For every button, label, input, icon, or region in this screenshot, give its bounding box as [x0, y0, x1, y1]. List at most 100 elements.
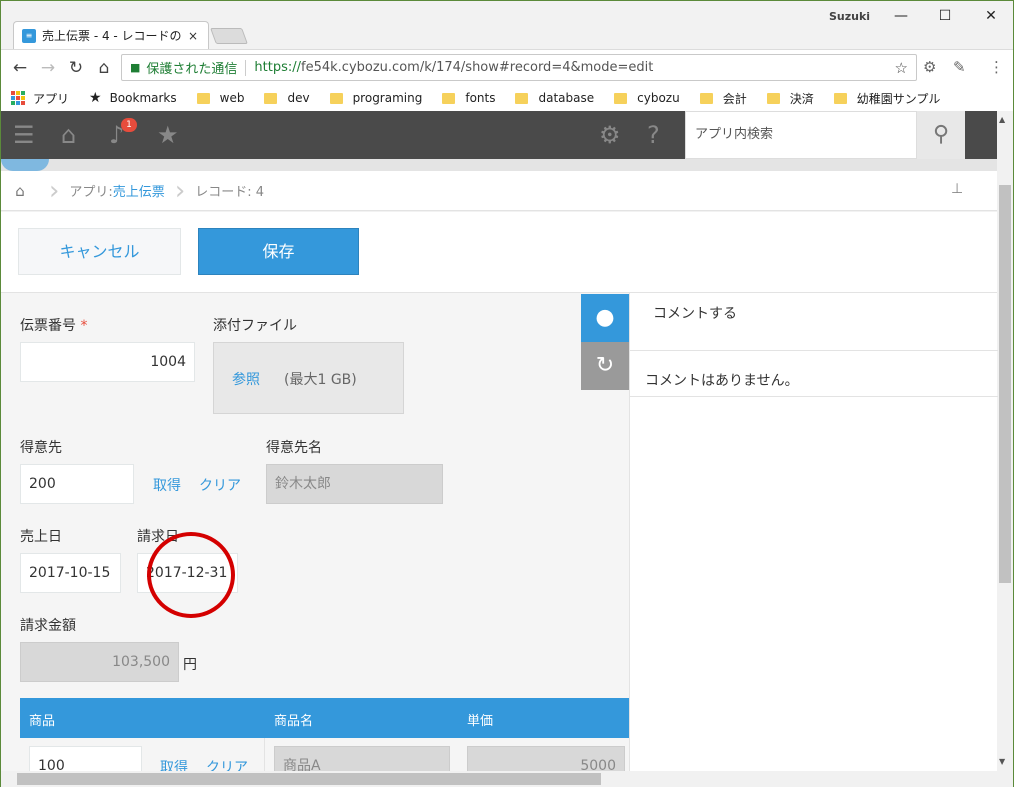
- customer-name-field: 鈴木太郎: [266, 464, 443, 504]
- bookmark-apps[interactable]: アプリ: [11, 90, 69, 107]
- forward-icon[interactable]: →: [37, 57, 59, 79]
- bookmark-folder[interactable]: 会計: [699, 90, 747, 107]
- file-size-limit: (最大1 GB): [284, 372, 357, 388]
- bookmark-label: 会計: [722, 91, 747, 106]
- bookmark-label: fonts: [465, 91, 496, 105]
- folder-icon: [766, 92, 780, 104]
- home-icon[interactable]: ⌂: [93, 57, 115, 79]
- bookmark-bookmarks[interactable]: ★ Bookmarks: [89, 90, 177, 106]
- slip-no-field[interactable]: 1004: [20, 342, 195, 382]
- title-bar: ≡ 売上伝票 - 4 - レコードの詳 × Suzuki — ☐ ✕: [1, 1, 1013, 49]
- folder-icon: [264, 92, 278, 104]
- minimize-button[interactable]: —: [887, 5, 915, 27]
- bookmark-folder[interactable]: fonts: [442, 91, 495, 105]
- product-fetch-link[interactable]: 取得: [160, 757, 188, 771]
- breadcrumb-record: レコード: 4: [195, 185, 265, 200]
- column-header-product-name: 商品名: [274, 714, 314, 729]
- help-icon[interactable]: ?: [647, 121, 660, 149]
- product-name-field: 商品A: [274, 746, 450, 771]
- extension-icon[interactable]: ✎: [953, 58, 966, 76]
- secure-label: 保護された通信: [146, 62, 238, 77]
- breadcrumb-home-icon[interactable]: ⌂: [1, 182, 39, 200]
- bookmark-label: programing: [352, 91, 423, 105]
- browser-toolbar: ← → ↻ ⌂ ■ 保護された通信 https:// fe54k.cybozu.…: [1, 49, 1013, 85]
- bookmark-label: dev: [287, 91, 310, 105]
- notification-badge: 1: [121, 118, 137, 132]
- history-tab-icon[interactable]: ↻: [581, 342, 629, 390]
- search-icon[interactable]: ⚲: [917, 111, 965, 159]
- cancel-button[interactable]: キャンセル: [18, 228, 181, 275]
- gear-icon[interactable]: ⚙: [599, 121, 621, 149]
- sales-date-label: 売上日: [20, 529, 62, 545]
- bookmark-label: Bookmarks: [109, 91, 177, 105]
- comments-panel: コメントする コメントはありません。: [629, 293, 998, 771]
- bookmark-folder[interactable]: dev: [264, 91, 310, 105]
- browser-menu-icon[interactable]: ⋮: [989, 58, 1004, 76]
- apps-grid-icon: [11, 91, 25, 105]
- required-marker: *: [80, 318, 88, 334]
- bookmark-label: database: [538, 91, 595, 105]
- bookmark-label: アプリ: [33, 91, 70, 106]
- app-search-input[interactable]: アプリ内検索: [685, 111, 917, 159]
- reload-icon[interactable]: ↻: [65, 57, 87, 79]
- star-icon[interactable]: ★: [157, 121, 179, 149]
- folder-icon: [515, 92, 529, 104]
- pin-icon[interactable]: ⊥: [951, 181, 963, 197]
- bookmark-star-icon[interactable]: ☆: [895, 59, 908, 77]
- bookmark-folder[interactable]: database: [515, 91, 594, 105]
- app-header: ☰ ⌂ ♪ 1 ★ ⚙ ? アプリ内検索 ⚲: [1, 111, 997, 159]
- new-tab-button[interactable]: [210, 28, 248, 44]
- billing-date-field[interactable]: 2017-12-31: [137, 553, 238, 593]
- unit-price-field: 5000: [467, 746, 625, 771]
- browse-link[interactable]: 参照: [232, 372, 260, 388]
- save-button[interactable]: 保存: [198, 228, 359, 275]
- bookmark-folder[interactable]: cybozu: [614, 91, 680, 105]
- extension-gear-icon[interactable]: ⚙: [923, 58, 936, 76]
- maximize-button[interactable]: ☐: [931, 5, 959, 27]
- scroll-down-arrow-icon[interactable]: ▼: [999, 757, 1005, 766]
- url-scheme: https://: [254, 60, 302, 75]
- chevron-right-icon: ›: [49, 175, 60, 206]
- tab-close-icon[interactable]: ×: [188, 29, 198, 43]
- slip-no-label-text: 伝票番号: [20, 318, 76, 334]
- breadcrumb-app-link[interactable]: 売上伝票: [113, 181, 165, 200]
- scroll-up-arrow-icon[interactable]: ▲: [999, 115, 1005, 124]
- customer-fetch-link[interactable]: 取得: [153, 475, 181, 495]
- home-icon[interactable]: ⌂: [61, 121, 76, 149]
- bookmark-folder[interactable]: 幼稚園サンプル: [833, 90, 941, 107]
- url-text: fe54k.cybozu.com/k/174/show#record=4&mod…: [301, 60, 654, 75]
- horizontal-scrollbar-thumb[interactable]: [17, 773, 601, 785]
- bookmark-folder[interactable]: programing: [329, 91, 423, 105]
- bookmark-label: 幼稚園サンプル: [856, 91, 941, 106]
- customer-label: 得意先: [20, 440, 62, 456]
- header-strip: [1, 159, 997, 171]
- product-clear-link[interactable]: クリア: [206, 757, 248, 771]
- browser-tab[interactable]: ≡ 売上伝票 - 4 - レコードの詳 ×: [13, 21, 209, 49]
- tab-title: 売上伝票 - 4 - レコードの詳: [42, 29, 182, 43]
- chevron-right-icon: ›: [174, 175, 186, 206]
- browser-window: ≡ 売上伝票 - 4 - レコードの詳 × Suzuki — ☐ ✕ ← → ↻…: [0, 0, 1014, 787]
- customer-field[interactable]: 200: [20, 464, 134, 504]
- customer-clear-link[interactable]: クリア: [199, 475, 241, 495]
- lock-icon: ■: [130, 61, 141, 74]
- bookmark-label: cybozu: [637, 91, 680, 105]
- sales-date-field[interactable]: 2017-10-15: [20, 553, 121, 593]
- comment-input[interactable]: コメントする: [630, 293, 998, 351]
- folder-icon: [614, 92, 628, 104]
- address-bar[interactable]: ■ 保護された通信 https:// fe54k.cybozu.com/k/17…: [121, 54, 917, 81]
- menu-icon[interactable]: ☰: [13, 121, 35, 149]
- bookmark-folder[interactable]: web: [196, 91, 244, 105]
- currency-unit: 円: [183, 657, 197, 673]
- profile-name[interactable]: Suzuki: [829, 10, 870, 23]
- close-window-button[interactable]: ✕: [977, 5, 1005, 27]
- vertical-scrollbar-thumb[interactable]: [999, 185, 1011, 583]
- bookmark-folder[interactable]: 決済: [766, 90, 814, 107]
- product-code-field[interactable]: 100: [29, 746, 142, 771]
- bookmark-label: 決済: [789, 91, 814, 106]
- product-table-header: 商品 商品名 単価: [20, 698, 629, 738]
- app-favicon-icon: ≡: [22, 28, 36, 43]
- folder-icon: [329, 92, 343, 104]
- comment-tab-icon[interactable]: ●: [581, 294, 629, 342]
- back-icon[interactable]: ←: [9, 57, 31, 79]
- billing-date-label: 請求日: [137, 529, 179, 545]
